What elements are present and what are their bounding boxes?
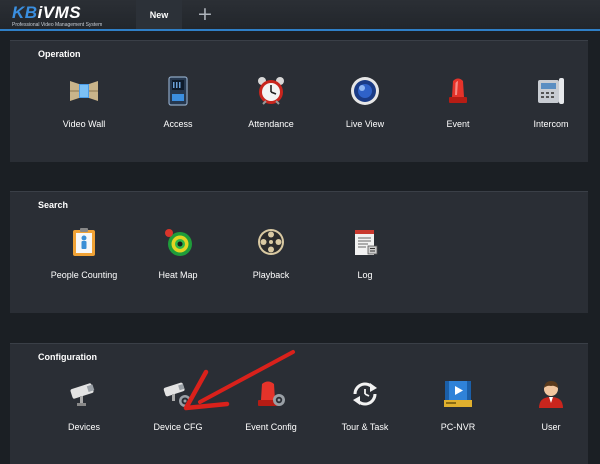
tile-intercom[interactable]: Intercom xyxy=(506,67,596,137)
pc-nvr-icon xyxy=(444,381,472,407)
tile-access[interactable]: Access xyxy=(133,67,223,137)
app-logo: KBiVMS Professional Video Management Sys… xyxy=(8,3,120,29)
tile-label: Log xyxy=(357,270,373,280)
live-view-icon xyxy=(351,77,379,105)
operation-panel: Operation Video Wall Access Attendance L… xyxy=(10,40,588,162)
plus-icon[interactable]: + xyxy=(196,5,214,24)
tile-user[interactable]: User xyxy=(506,370,596,440)
tile-heat-map[interactable]: Heat Map xyxy=(133,218,223,288)
tile-label: Playback xyxy=(252,270,290,280)
refresh-clock-icon xyxy=(353,382,377,406)
tile-label: Intercom xyxy=(533,119,569,129)
tile-label: User xyxy=(541,422,561,432)
video-wall-icon xyxy=(70,81,98,101)
tile-label: Live View xyxy=(345,119,385,129)
top-bar: KBiVMS Professional Video Management Sys… xyxy=(0,0,600,31)
tile-pc-nvr[interactable]: PC-NVR xyxy=(413,370,503,440)
user-icon xyxy=(539,381,563,408)
tile-playback[interactable]: Playback xyxy=(226,218,316,288)
tile-label: Heat Map xyxy=(158,270,198,280)
tile-label: Access xyxy=(163,119,193,129)
logo-subtitle: Professional Video Management System xyxy=(12,22,103,28)
tile-label: Device CFG xyxy=(153,422,203,432)
intercom-phone-icon xyxy=(538,78,564,104)
section-title-operation: Operation xyxy=(38,49,81,59)
tile-live-view[interactable]: Live View xyxy=(320,67,410,137)
tile-label: People Counting xyxy=(50,270,118,280)
section-title-search: Search xyxy=(38,200,69,210)
film-reel-icon xyxy=(258,229,284,255)
access-control-icon xyxy=(168,76,188,106)
tile-tour-task[interactable]: Tour & Task xyxy=(320,370,410,440)
tile-label: Tour & Task xyxy=(341,422,389,432)
alarm-settings-icon xyxy=(258,381,285,406)
tab-new-label: New xyxy=(149,10,169,20)
tile-label: Video Wall xyxy=(62,119,106,129)
camera-icon xyxy=(70,383,95,406)
tile-label: Event xyxy=(446,119,470,129)
logo-text: KBiVMS xyxy=(12,3,82,22)
tile-devices[interactable]: Devices xyxy=(39,370,129,440)
tile-label: Attendance xyxy=(248,119,294,129)
configuration-panel: Configuration Devices Device CFG Event C… xyxy=(10,343,588,464)
tile-label: PC-NVR xyxy=(440,422,476,432)
tile-people-counting[interactable]: People Counting xyxy=(39,218,129,288)
tile-event-config[interactable]: Event Config xyxy=(226,370,316,440)
log-document-icon xyxy=(355,230,378,255)
search-panel: Search People Counting Heat Map Playback… xyxy=(10,191,588,313)
heat-map-icon xyxy=(165,229,192,256)
tile-log[interactable]: Log xyxy=(320,218,410,288)
alarm-light-icon xyxy=(449,78,467,103)
tile-event[interactable]: Event xyxy=(413,67,503,137)
camera-settings-icon xyxy=(163,382,191,407)
tile-attendance[interactable]: Attendance xyxy=(226,67,316,137)
alarm-clock-icon xyxy=(258,77,284,105)
tile-video-wall[interactable]: Video Wall xyxy=(39,67,129,137)
tab-new[interactable]: New xyxy=(136,0,182,31)
tile-label: Devices xyxy=(67,422,100,432)
tile-label: Event Config xyxy=(245,422,297,432)
section-title-configuration: Configuration xyxy=(38,352,97,362)
people-counting-icon xyxy=(73,228,95,256)
tile-device-cfg[interactable]: Device CFG xyxy=(133,370,223,440)
